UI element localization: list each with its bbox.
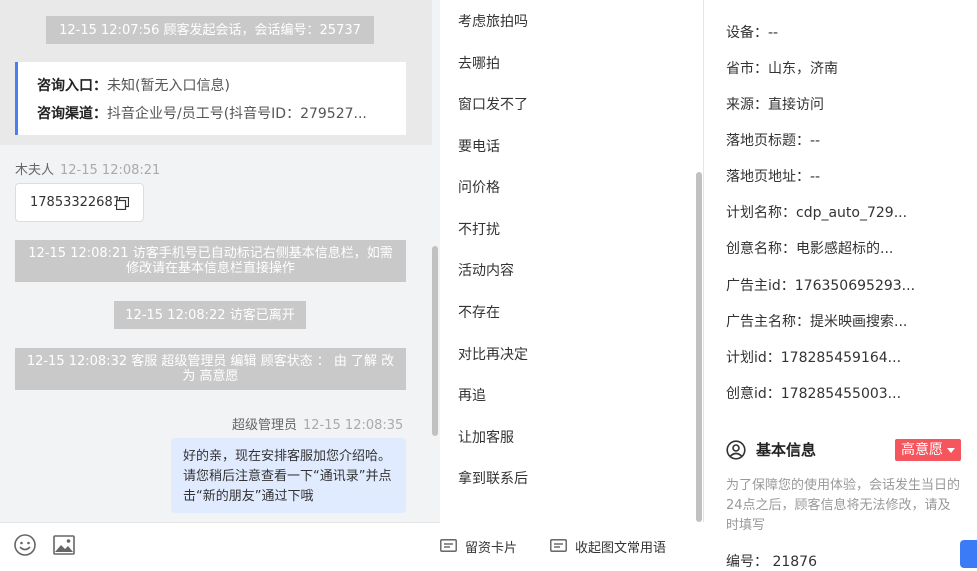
lead-card-button[interactable]: 留资卡片 (440, 537, 517, 556)
agent-sender: 超级管理员 12-15 12:08:35 (232, 414, 403, 433)
quick-toolbar: 留资卡片 收起图文常用语 (440, 522, 704, 564)
quick-reply-item[interactable]: 考虑旅拍吗 (458, 11, 528, 31)
entry-label: 咨询入口： (37, 78, 107, 94)
session-header-block: 12-15 12:07:56 顾客发起会话，会话编号：25737 咨询入口：未知… (0, 0, 432, 145)
entry-info-card: 咨询入口：未知(暂无入口信息) 咨询渠道：抖音企业号/员工号(抖音号ID：279… (15, 62, 406, 135)
collapse-phrases-label: 收起图文常用语 (575, 541, 667, 556)
phone-marked-notice: 12-15 12:08:21 访客手机号已自动标记右侧基本信息栏，如需修改请在基… (15, 240, 406, 282)
quick-reply-item[interactable]: 让加客服 (458, 427, 514, 447)
quick-reply-item[interactable]: 不打扰 (458, 219, 500, 239)
quick-reply-item[interactable]: 活动内容 (458, 260, 514, 280)
quick-replies-scrollbar[interactable] (696, 172, 702, 522)
plan-name-row: 计划名称：cdp_auto_729... (726, 205, 908, 221)
plan-id-row: 计划id：178285459164... (726, 350, 902, 366)
quick-reply-item[interactable]: 对比再决定 (458, 344, 528, 364)
advertiser-id-row: 广告主id：176350695293... (726, 278, 916, 294)
chat-history[interactable]: 12-15 12:07:56 顾客发起会话，会话编号：25737 咨询入口：未知… (0, 0, 440, 522)
phone-message: 17853322681 (15, 183, 144, 222)
edit-notice: 为了保障您的使用体验，会话发生当日的24点之后，顾客信息将无法修改，请及时填写 (726, 478, 961, 533)
agent-message: 好的亲，现在安排客服加您介绍哈。请您稍后注意查看一下“通讯录”并点击“新的朋友”… (171, 438, 406, 513)
chat-scrollbar[interactable] (432, 246, 438, 436)
image-icon[interactable] (52, 533, 76, 557)
quick-reply-item[interactable]: 要电话 (458, 136, 500, 156)
creative-id-row: 创意id：178285455003... (726, 386, 902, 402)
landing-url-row: 落地页地址：-- (726, 169, 821, 185)
channel-value: 抖音企业号/员工号(抖音号ID：279527... (107, 106, 367, 122)
quick-reply-item[interactable]: 问价格 (458, 177, 500, 197)
chat-input-toolbar (0, 522, 440, 564)
quick-reply-item[interactable]: 窗口发不了 (458, 94, 528, 114)
visitor-left-notice: 12-15 12:08:22 访客已离开 (114, 301, 306, 329)
user-icon (726, 439, 746, 460)
landing-title-row: 落地页标题：-- (726, 133, 821, 149)
lead-card-label: 留资卡片 (465, 541, 518, 556)
device-row: 设备：-- (726, 25, 779, 41)
entry-value: 未知(暂无入口信息) (107, 78, 230, 94)
phrases-icon (550, 539, 567, 552)
basic-info-header: 基本信息 (726, 439, 816, 460)
phone-number: 17853322681 (30, 195, 121, 210)
channel-label: 咨询渠道： (37, 106, 107, 122)
card-icon (440, 539, 457, 552)
quick-reply-item[interactable]: 去哪拍 (458, 53, 500, 73)
chat-panel: 12-15 12:07:56 顾客发起会话，会话编号：25737 咨询入口：未知… (0, 0, 440, 564)
advertiser-name-row: 广告主名称：提米映画搜索... (726, 314, 908, 330)
caret-down-icon (947, 448, 955, 453)
visitor-name: 木夫人 (15, 163, 55, 178)
collapse-phrases-button[interactable]: 收起图文常用语 (550, 537, 666, 556)
agent-name: 超级管理员 (232, 418, 298, 433)
intent-dropdown[interactable]: 高意愿 (895, 439, 961, 461)
status-change-notice: 12-15 12:08:32 客服 超级管理员 编辑 顾客状态 ： 由 了解 改… (15, 348, 406, 390)
city-row: 省市：山东，济南 (726, 61, 838, 77)
quick-reply-item[interactable]: 不存在 (458, 302, 500, 322)
source-row: 来源：直接访问 (726, 97, 824, 113)
quick-reply-item[interactable]: 拿到联系后 (458, 468, 528, 488)
creative-name-row: 创意名称：电影感超标的... (726, 241, 894, 257)
visitor-info-panel: 设备：-- 省市：山东，济南 来源：直接访问 落地页标题：-- 落地页地址：--… (704, 0, 977, 570)
number-row: 编号： 21876 (726, 554, 817, 570)
quick-reply-item[interactable]: 再追 (458, 385, 486, 405)
basic-info-title: 基本信息 (756, 441, 817, 459)
intent-value: 高意愿 (901, 442, 943, 458)
agent-time: 12-15 12:08:35 (303, 418, 404, 433)
visitor-sender: 木夫人 12-15 12:08:21 (15, 159, 160, 178)
session-start-notice: 12-15 12:07:56 顾客发起会话，会话编号：25737 (46, 16, 374, 44)
visitor-time: 12-15 12:08:21 (60, 163, 161, 178)
copy-icon[interactable] (116, 197, 129, 210)
emoji-icon[interactable] (13, 533, 37, 557)
quick-replies-panel: 考虑旅拍吗 去哪拍 窗口发不了 要电话 问价格 不打扰 活动内容 不存在 对比再… (440, 0, 704, 522)
